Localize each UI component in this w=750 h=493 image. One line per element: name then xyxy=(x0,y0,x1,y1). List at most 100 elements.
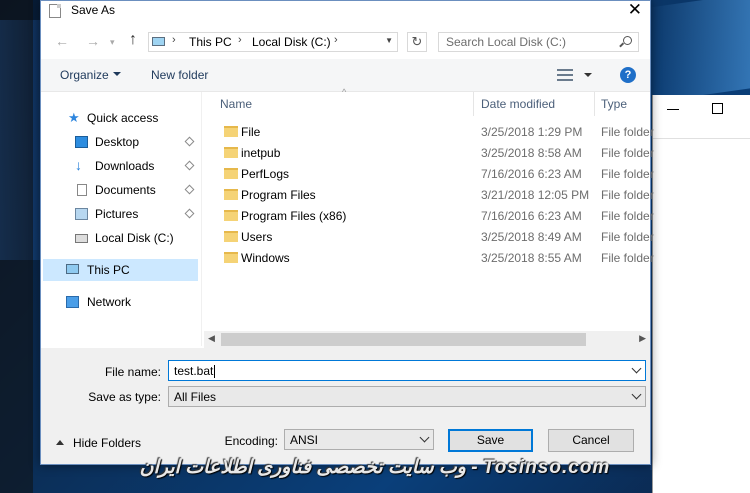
chevron-down-icon[interactable] xyxy=(113,72,121,76)
file-row[interactable]: Program Files (x86) 7/16/2016 6:23 AM Fi… xyxy=(204,206,654,227)
desktop-icon xyxy=(75,136,88,148)
folder-icon xyxy=(224,252,238,263)
chevron-up-icon xyxy=(56,440,64,445)
file-list: ^ Name Date modified Type File 3/25/2018… xyxy=(204,87,654,348)
minimize-icon[interactable] xyxy=(667,109,679,110)
sidebar-item-label: Desktop xyxy=(95,135,140,149)
horizontal-scrollbar[interactable]: ◀ ▶ xyxy=(204,331,650,348)
refresh-button[interactable]: ↻ xyxy=(407,32,427,52)
chevron-down-icon[interactable] xyxy=(419,432,430,443)
sidebar-item-label: Pictures xyxy=(95,207,139,221)
column-divider[interactable] xyxy=(594,92,595,116)
sidebar-item-label: Local Disk (C:) xyxy=(95,231,174,245)
watermark-text: وب سایت تخصصی فناوری اطلاعات ایران - Tos… xyxy=(139,457,611,478)
file-row[interactable]: File 3/25/2018 1:29 PM File folder xyxy=(204,122,654,143)
chevron-right-icon[interactable]: › xyxy=(172,34,176,46)
file-row[interactable]: Users 3/25/2018 8:49 AM File folder xyxy=(204,227,654,248)
view-options-icon[interactable] xyxy=(557,69,573,81)
column-header-name[interactable]: Name xyxy=(220,97,252,111)
encoding-value: ANSI xyxy=(290,433,319,447)
sidebar-item-label: Network xyxy=(87,295,132,309)
file-row[interactable]: inetpub 3/25/2018 8:58 AM File folder xyxy=(204,143,654,164)
sidebar-item-quick-access[interactable]: ★ Quick access xyxy=(41,107,200,129)
chevron-down-icon[interactable] xyxy=(584,73,592,77)
folder-icon xyxy=(224,168,238,179)
sidebar-item-label: Documents xyxy=(95,183,156,197)
file-date: 3/25/2018 8:49 AM xyxy=(481,230,582,244)
pin-icon[interactable] xyxy=(184,208,195,219)
forward-arrow-icon[interactable]: → xyxy=(86,33,100,49)
chevron-right-icon[interactable]: › xyxy=(238,34,242,46)
file-name: File xyxy=(241,125,261,139)
breadcrumb-this-pc[interactable]: This PC xyxy=(189,35,232,49)
column-header-type[interactable]: Type xyxy=(601,97,627,111)
file-type: File folder xyxy=(601,167,654,181)
save-button[interactable]: Save xyxy=(448,429,533,452)
file-row[interactable]: PerfLogs 7/16/2016 6:23 AM File folder xyxy=(204,164,654,185)
pin-icon[interactable] xyxy=(184,136,195,147)
sort-arrow-icon: ^ xyxy=(342,87,347,97)
address-dropdown-icon[interactable]: ▼ xyxy=(385,36,393,45)
folder-icon xyxy=(224,210,238,221)
sidebar-item-network[interactable]: Network xyxy=(41,291,200,313)
search-icon xyxy=(623,36,632,45)
file-date: 3/21/2018 12:05 PM xyxy=(481,188,590,202)
back-arrow-icon[interactable]: ← xyxy=(55,33,69,49)
chevron-down-icon[interactable] xyxy=(631,363,642,374)
new-folder-button[interactable]: New folder xyxy=(151,68,208,82)
organize-button[interactable]: Organize xyxy=(60,68,109,82)
search-placeholder: Search Local Disk (C:) xyxy=(446,35,567,49)
folder-icon xyxy=(224,126,238,137)
chevron-right-icon[interactable]: › xyxy=(334,34,338,46)
file-date: 7/16/2016 6:23 AM xyxy=(481,167,582,181)
scrollbar-thumb[interactable] xyxy=(221,333,586,346)
document-icon xyxy=(77,184,87,196)
up-arrow-icon[interactable]: ↑ xyxy=(129,31,137,49)
sidebar-item-label: This PC xyxy=(87,263,130,277)
pin-icon[interactable] xyxy=(184,160,195,171)
file-row[interactable]: Program Files 3/21/2018 12:05 PM File fo… xyxy=(204,185,654,206)
file-type: File folder xyxy=(601,251,654,265)
encoding-label: Encoding: xyxy=(224,434,278,448)
scroll-right-icon[interactable]: ▶ xyxy=(639,333,646,344)
breadcrumb-local-disk[interactable]: Local Disk (C:) xyxy=(252,35,331,49)
recent-locations-chevron-icon[interactable]: ▾ xyxy=(110,37,115,48)
sidebar-item-documents[interactable]: Documents xyxy=(41,179,200,201)
star-icon: ★ xyxy=(68,110,80,125)
file-name-label: File name: xyxy=(104,365,161,379)
file-row[interactable]: Windows 3/25/2018 8:55 AM File folder xyxy=(204,248,654,269)
maximize-icon[interactable] xyxy=(712,103,723,114)
close-icon[interactable]: ✕ xyxy=(628,0,642,20)
save-as-dialog: Save As ✕ ← → ▾ ↑ › This PC › Local Disk… xyxy=(40,0,654,465)
cancel-button[interactable]: Cancel xyxy=(548,429,634,452)
column-headers: ^ Name Date modified Type xyxy=(204,87,650,116)
sidebar-item-desktop[interactable]: Desktop xyxy=(41,131,200,153)
sidebar-item-downloads[interactable]: ↓ Downloads xyxy=(41,155,200,177)
sidebar-item-label: Quick access xyxy=(87,111,159,125)
column-header-date[interactable]: Date modified xyxy=(481,97,555,111)
chevron-down-icon[interactable] xyxy=(631,389,642,400)
navigation-pane: ★ Quick access Desktop ↓ Downloads Docum… xyxy=(41,92,202,346)
column-divider[interactable] xyxy=(473,92,474,116)
file-name-input[interactable]: test.bat xyxy=(168,360,646,381)
file-name: inetpub xyxy=(241,146,281,160)
pin-icon[interactable] xyxy=(184,184,195,195)
save-options-panel: File name: test.bat Save as type: All Fi… xyxy=(41,348,650,464)
hide-folders-label: Hide Folders xyxy=(73,436,142,450)
file-type: File folder xyxy=(601,188,654,202)
pc-icon xyxy=(152,37,165,46)
search-input[interactable]: Search Local Disk (C:) xyxy=(438,32,639,52)
scroll-left-icon[interactable]: ◀ xyxy=(208,333,215,344)
sidebar-item-this-pc[interactable]: This PC xyxy=(43,259,198,281)
sidebar-item-pictures[interactable]: Pictures xyxy=(41,203,200,225)
file-date: 3/25/2018 8:58 AM xyxy=(481,146,582,160)
encoding-select[interactable]: ANSI xyxy=(284,429,434,450)
help-icon[interactable]: ? xyxy=(620,67,636,83)
save-as-type-select[interactable]: All Files xyxy=(168,386,646,407)
sidebar-item-local-disk[interactable]: Local Disk (C:) xyxy=(41,227,200,249)
address-bar[interactable]: › This PC › Local Disk (C:) › ▼ xyxy=(148,32,398,52)
file-name: Windows xyxy=(241,251,290,265)
file-name: Program Files xyxy=(241,188,316,202)
document-icon xyxy=(49,4,61,18)
file-type: File folder xyxy=(601,209,654,223)
